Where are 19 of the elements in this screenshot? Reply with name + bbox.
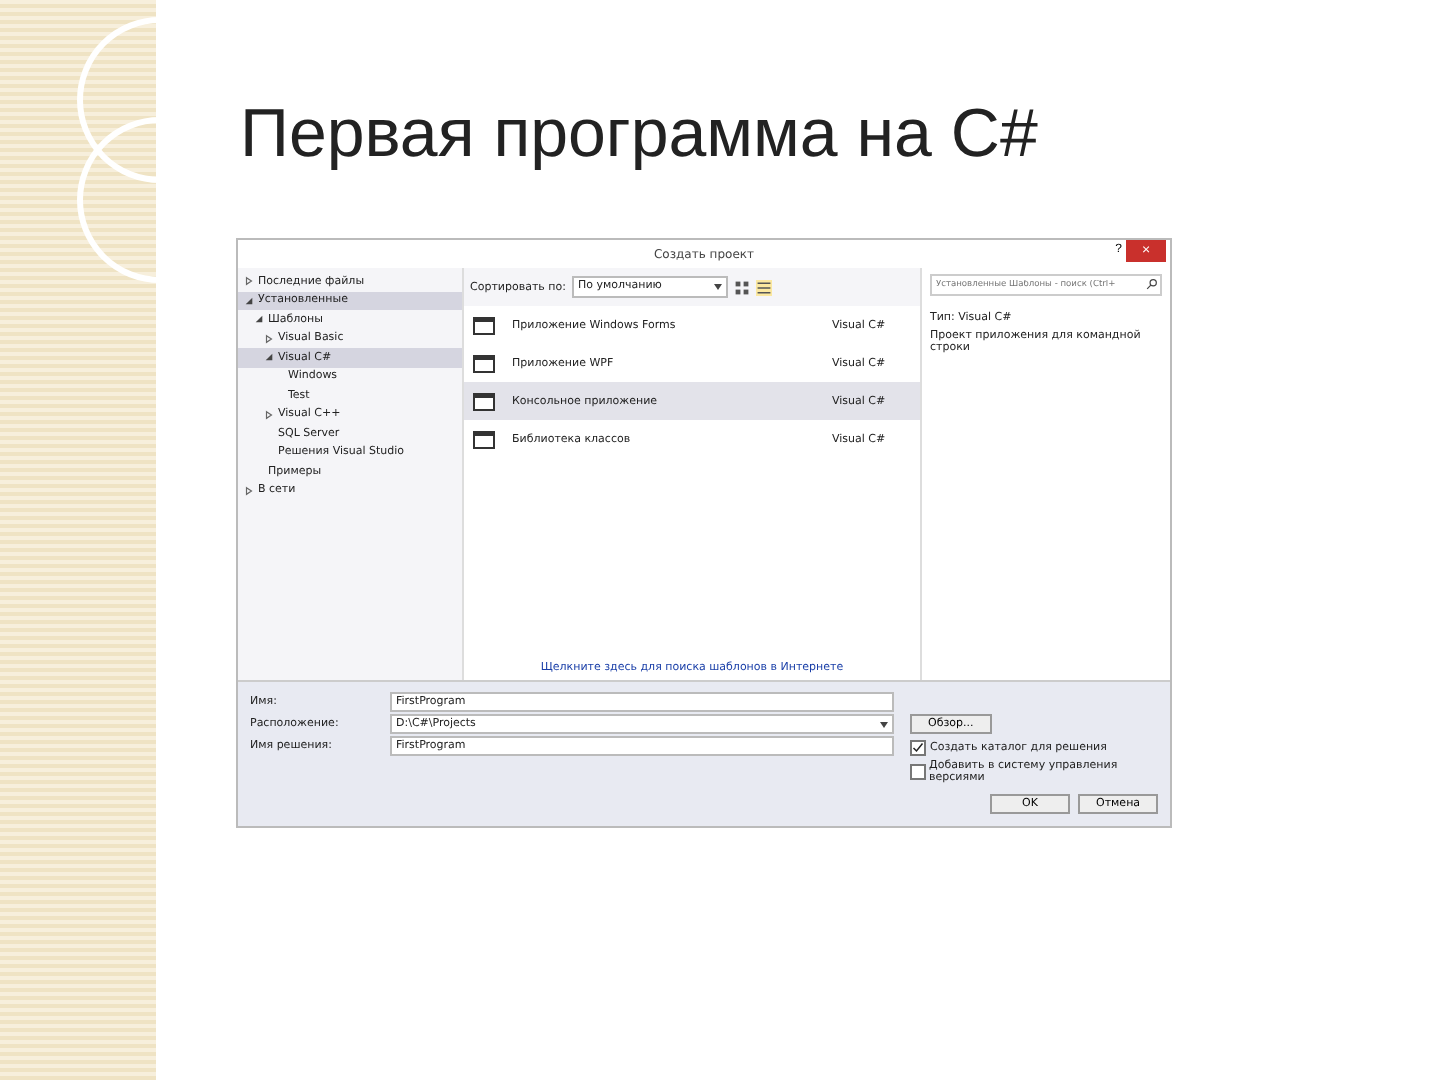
caret-icon bbox=[713, 284, 722, 290]
collapsed-triangle-icon[interactable] bbox=[244, 485, 254, 496]
expanded-triangle-icon[interactable] bbox=[254, 314, 264, 325]
checkbox[interactable] bbox=[910, 740, 926, 756]
slide-title: Первая программа на C# bbox=[240, 96, 1040, 174]
checkbox[interactable] bbox=[910, 764, 926, 780]
expanded-triangle-icon[interactable] bbox=[264, 352, 274, 363]
window-icon bbox=[472, 389, 496, 413]
collapsed-triangle-icon[interactable] bbox=[264, 333, 274, 344]
search-icon bbox=[1146, 278, 1158, 290]
list-view-icon[interactable] bbox=[755, 279, 772, 295]
expanded-triangle-icon[interactable] bbox=[244, 295, 254, 306]
caret-icon bbox=[880, 721, 888, 727]
grid-view-icon[interactable] bbox=[733, 279, 750, 295]
collapsed-triangle-icon[interactable] bbox=[244, 276, 254, 287]
collapsed-triangle-icon[interactable] bbox=[264, 409, 274, 420]
window-icon bbox=[472, 313, 496, 337]
window-icon bbox=[472, 351, 496, 375]
window-icon bbox=[472, 427, 496, 451]
